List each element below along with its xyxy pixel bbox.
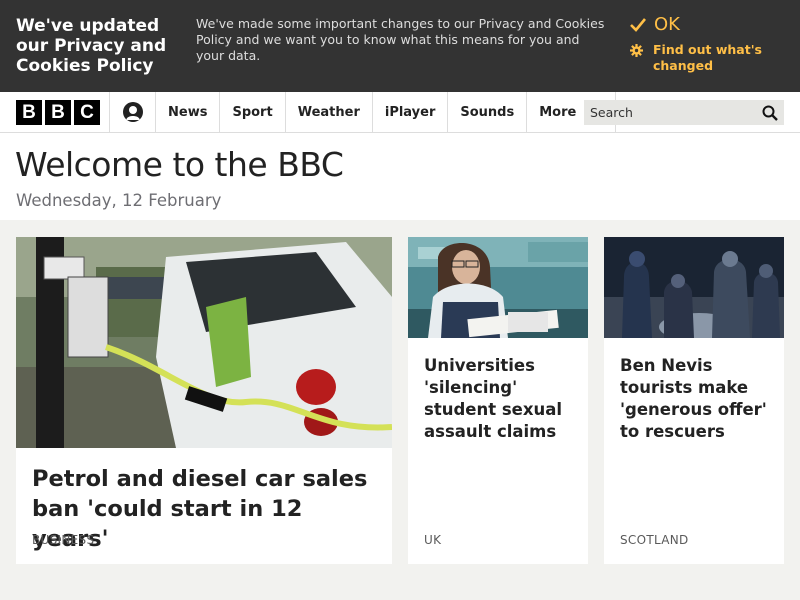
student-studying-image: [408, 237, 588, 338]
story-section-tag[interactable]: UK: [424, 533, 441, 547]
page-title: Welcome to the BBC: [15, 145, 344, 184]
cookie-ok-label: OK: [654, 14, 680, 35]
search-input[interactable]: [590, 105, 740, 120]
find-out-link[interactable]: Find out what's changed: [630, 42, 763, 74]
cookie-ok-button[interactable]: OK: [630, 14, 680, 35]
cookie-banner-text: We've made some important changes to our…: [196, 16, 605, 63]
nav-link-sounds[interactable]: Sounds: [447, 92, 526, 132]
story-headline[interactable]: Universities 'silencing' student sexual …: [424, 355, 576, 443]
story-headline[interactable]: Ben Nevis tourists make 'generous offer'…: [620, 355, 772, 443]
story-section-tag[interactable]: SCOTLAND: [620, 533, 689, 547]
welcome-header: Welcome to the BBC Wednesday, 12 Februar…: [0, 133, 800, 220]
gear-icon: [630, 44, 643, 57]
story-card[interactable]: Ben Nevis tourists make 'generous offer'…: [604, 237, 784, 564]
mountain-rescue-night-image: [604, 237, 784, 338]
search-box[interactable]: [584, 100, 784, 125]
top-nav: B B C News Sport Weather iPlayer Sounds …: [0, 92, 800, 133]
electric-car-charging-image: [16, 237, 392, 448]
nav-link-news[interactable]: News: [155, 92, 219, 132]
nav-more-label: More: [539, 104, 577, 120]
story-card[interactable]: Universities 'silencing' student sexual …: [408, 237, 588, 564]
find-out-label: Find out what's changed: [653, 42, 762, 73]
nav-links: News Sport Weather iPlayer Sounds More ▼: [155, 92, 616, 132]
account-button[interactable]: [110, 92, 156, 132]
cookie-banner-title: We've updated our Privacy and Cookies Po…: [16, 16, 167, 76]
search-icon[interactable]: [762, 105, 778, 121]
nav-link-weather[interactable]: Weather: [284, 92, 372, 132]
story-card-main[interactable]: Petrol and diesel car sales ban 'could s…: [16, 237, 392, 564]
logo-letter: B: [45, 100, 71, 125]
nav-link-sport[interactable]: Sport: [219, 92, 284, 132]
cookie-banner: We've updated our Privacy and Cookies Po…: [0, 0, 800, 92]
account-icon: [123, 102, 143, 122]
page-date: Wednesday, 12 February: [16, 191, 222, 210]
bbc-logo[interactable]: B B C: [16, 100, 100, 125]
story-section-tag[interactable]: BUSINESS: [32, 533, 94, 547]
nav-link-iplayer[interactable]: iPlayer: [371, 92, 448, 132]
checkmark-icon: [630, 17, 646, 32]
logo-letter: C: [74, 100, 100, 125]
logo-letter: B: [16, 100, 42, 125]
